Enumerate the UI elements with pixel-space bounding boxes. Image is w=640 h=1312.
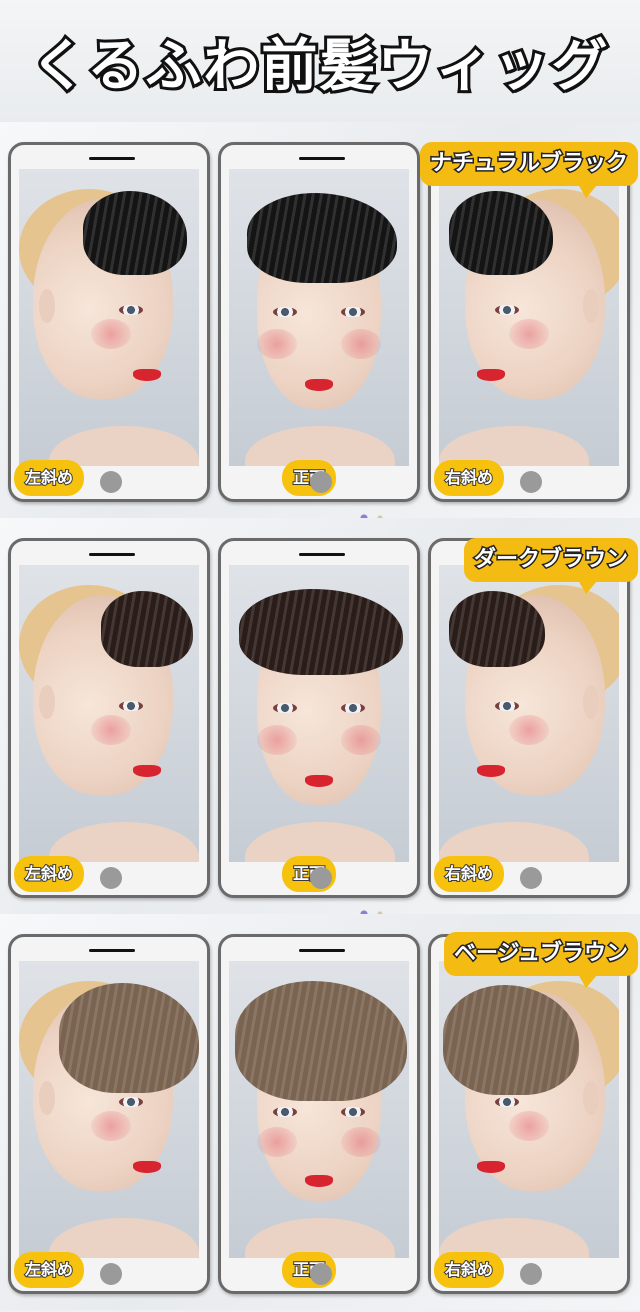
badge-right-view: 右斜め [437,1255,502,1285]
badge-left-view: 左斜め [17,859,82,889]
phone-right-view: 右斜め [428,538,630,898]
photo-front-view [229,565,409,862]
photo-right-view [439,961,619,1258]
photo-left-view [19,565,199,862]
phone-right-view: 右斜め [428,142,630,502]
home-button-icon [100,471,122,493]
phone-left-view: 左斜め [8,934,210,1294]
home-button-icon [520,1263,542,1285]
phone-speaker [299,949,345,952]
phone-front-view: 正面 [218,538,420,898]
badge-left-view: 左斜め [17,1255,82,1285]
photo-right-view [439,169,619,466]
phone-speaker [299,157,345,160]
phone-speaker [89,949,135,952]
phone-right-view: 右斜め [428,934,630,1294]
phone-front-view: 正面 [218,934,420,1294]
home-button-icon [100,867,122,889]
phone-front-view: 正面 [218,142,420,502]
photo-right-view [439,565,619,862]
photo-left-view [19,169,199,466]
phone-speaker [89,157,135,160]
home-button-icon [310,471,332,493]
home-button-icon [310,1263,332,1285]
home-button-icon [520,867,542,889]
phone-left-view: 左斜め [8,142,210,502]
page-title: くるふわ前髪ウィッグ [28,31,611,102]
badge-left-view: 左斜め [17,463,82,493]
photo-left-view [19,961,199,1258]
home-button-icon [310,867,332,889]
photo-front-view [229,961,409,1258]
home-button-icon [520,471,542,493]
badge-right-view: 右斜め [437,859,502,889]
badge-right-view: 右斜め [437,463,502,493]
phone-speaker [89,553,135,556]
header: くるふわ前髪ウィッグ [0,0,640,122]
photo-front-view [229,169,409,466]
phone-speaker [299,553,345,556]
color-label-beige-brown: ベージュブラウン [443,932,638,988]
home-button-icon [100,1263,122,1285]
color-label-natural-black: ナチュラルブラック [419,142,638,198]
phone-left-view: 左斜め [8,538,210,898]
color-label-dark-brown: ダークブラウン [463,538,638,594]
